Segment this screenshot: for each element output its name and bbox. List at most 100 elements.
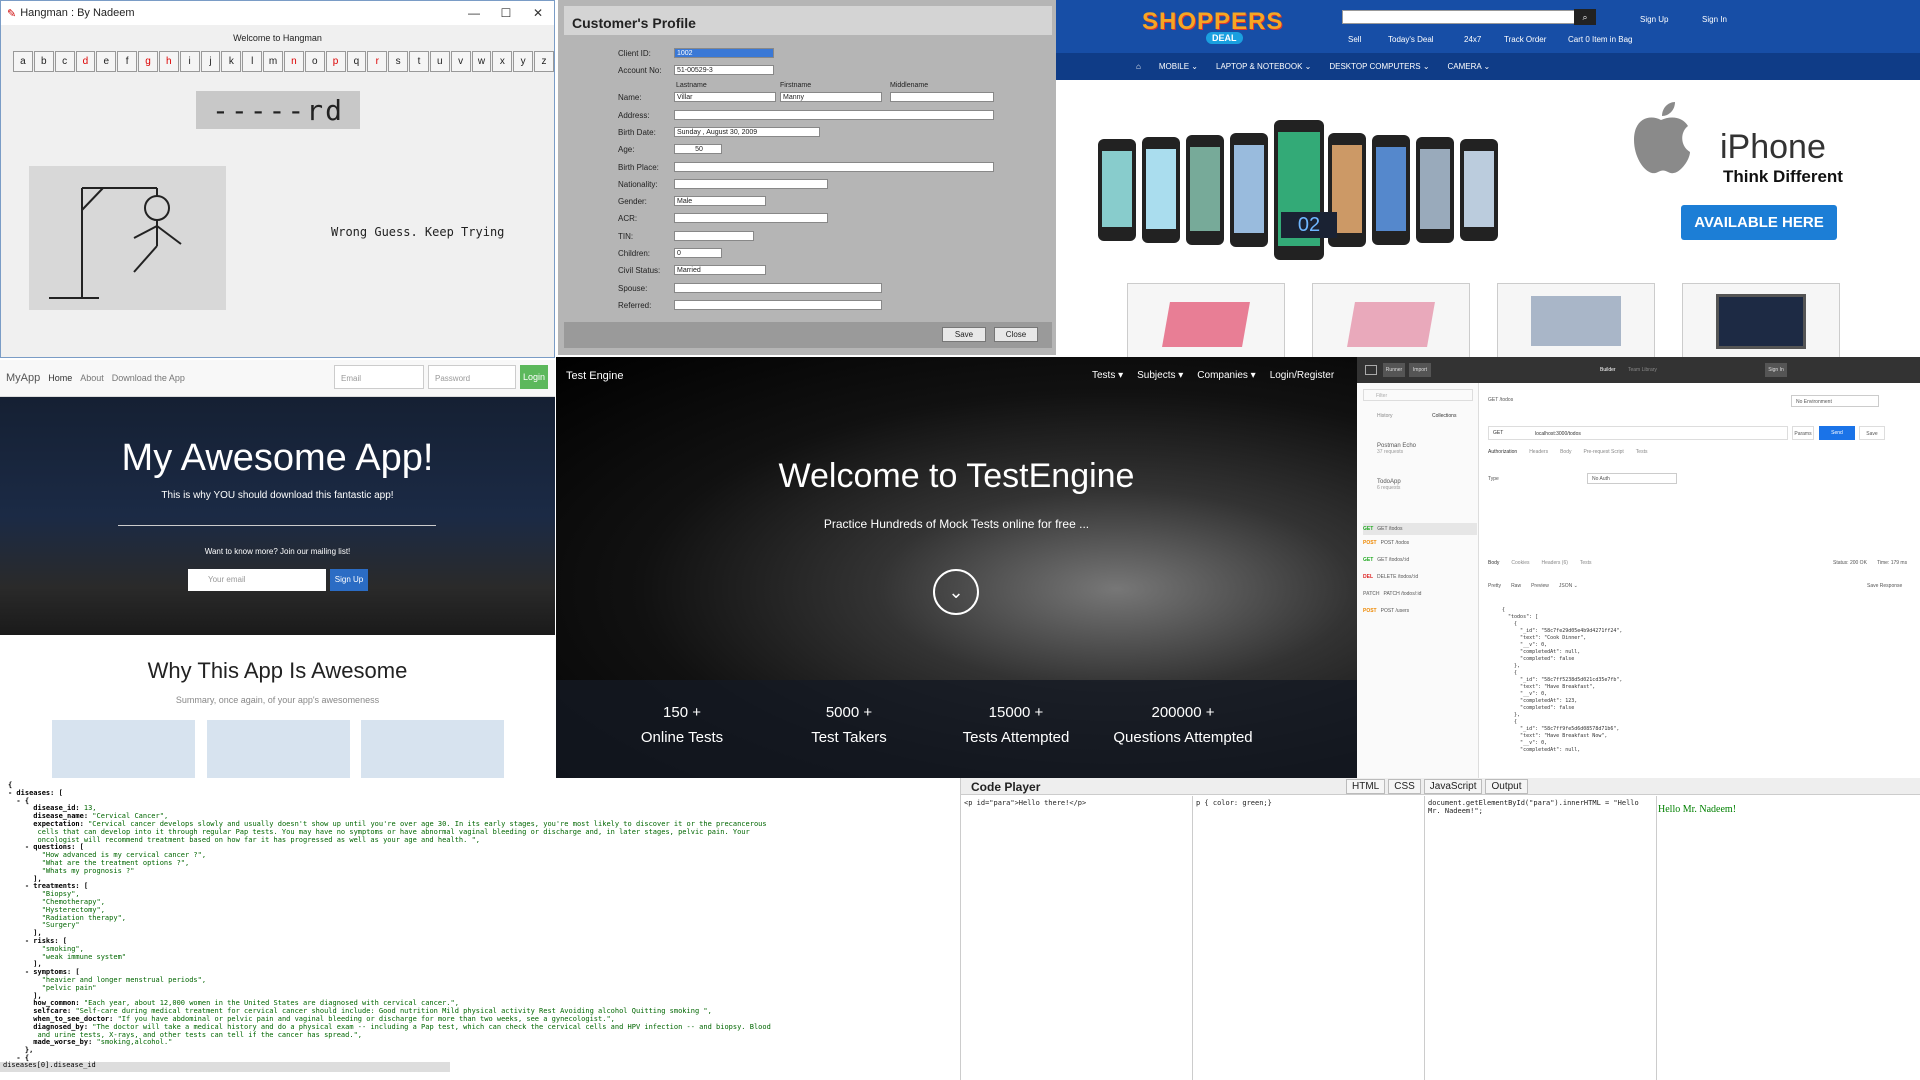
sign-up-button[interactable]: Sign Up bbox=[330, 569, 368, 591]
response-tab[interactable]: Cookies bbox=[1511, 560, 1529, 566]
view-mode-tab[interactable]: Pretty bbox=[1488, 583, 1501, 589]
request-tab[interactable]: Tests bbox=[1636, 449, 1648, 455]
login-button[interactable]: Login bbox=[520, 365, 548, 389]
filter-input[interactable]: Filter bbox=[1363, 389, 1473, 401]
nav-item[interactable]: CAMERA ⌄ bbox=[1448, 62, 1491, 71]
letter-button-q[interactable]: q bbox=[346, 51, 367, 72]
letter-button-z[interactable]: z bbox=[534, 51, 554, 72]
firstname-field[interactable]: Manny bbox=[780, 92, 882, 102]
html-editor[interactable]: <p id="para">Hello there!</p> bbox=[961, 796, 1193, 1080]
sign-up-link[interactable]: Sign Up bbox=[1640, 15, 1668, 24]
search-icon[interactable]: ⌕ bbox=[1574, 9, 1596, 25]
available-here-button[interactable]: AVAILABLE HERE bbox=[1681, 205, 1837, 240]
nav-menu-item[interactable]: Subjects ▾ bbox=[1137, 370, 1183, 381]
nav-home[interactable]: Home bbox=[48, 373, 72, 383]
request-tab[interactable]: Body bbox=[1560, 449, 1571, 455]
nav-download[interactable]: Download the App bbox=[112, 373, 185, 383]
mailing-email-input[interactable]: Your email bbox=[188, 569, 326, 591]
runner-button[interactable]: Runner bbox=[1383, 363, 1405, 377]
brand-link[interactable]: MyApp bbox=[6, 372, 40, 384]
request-item[interactable]: DEL DELETE /todos/:id bbox=[1363, 574, 1418, 580]
nav-menu-item[interactable]: Companies ▾ bbox=[1197, 370, 1255, 381]
home-icon[interactable]: ⌂ bbox=[1136, 62, 1141, 71]
nav-about[interactable]: About bbox=[80, 373, 104, 383]
method-select[interactable]: GET bbox=[1493, 430, 1503, 436]
css-editor[interactable]: p { color: green;} bbox=[1193, 796, 1425, 1080]
letter-button-a[interactable]: a bbox=[13, 51, 33, 72]
account-no-field[interactable]: 51-00529-3 bbox=[674, 65, 774, 75]
tab-css[interactable]: CSS bbox=[1388, 779, 1421, 794]
nationality-field[interactable] bbox=[674, 179, 828, 189]
view-mode-tab[interactable]: Raw bbox=[1511, 583, 1521, 589]
sign-in-link[interactable]: Sign In bbox=[1702, 15, 1727, 24]
letter-button-y[interactable]: y bbox=[513, 51, 534, 72]
request-item[interactable]: GET GET /todos bbox=[1363, 523, 1477, 535]
sidebar-toggle-icon[interactable] bbox=[1365, 365, 1377, 375]
letter-button-v[interactable]: v bbox=[450, 51, 471, 72]
js-editor[interactable]: document.getElementById("para").innerHTM… bbox=[1425, 796, 1657, 1080]
letter-button-n[interactable]: n bbox=[283, 51, 304, 72]
testengine-brand[interactable]: Test Engine bbox=[566, 370, 623, 382]
close-icon[interactable]: ✕ bbox=[522, 6, 554, 20]
builder-tab[interactable]: Builder bbox=[1600, 367, 1616, 373]
nav-item[interactable]: DESKTOP COMPUTERS ⌄ bbox=[1329, 62, 1429, 71]
team-library-tab[interactable]: Team Library bbox=[1628, 367, 1657, 373]
save-response-button[interactable]: Save Response bbox=[1867, 583, 1902, 589]
lastname-field[interactable]: Villar bbox=[674, 92, 776, 102]
letter-button-t[interactable]: t bbox=[409, 51, 429, 72]
letter-button-s[interactable]: s bbox=[388, 51, 409, 72]
letter-button-m[interactable]: m bbox=[263, 51, 283, 72]
import-button[interactable]: Import bbox=[1409, 363, 1431, 377]
tab-output[interactable]: Output bbox=[1485, 779, 1528, 794]
track-order-link[interactable]: Track Order bbox=[1504, 35, 1546, 44]
letter-button-k[interactable]: k bbox=[221, 51, 242, 72]
password-input[interactable]: Password bbox=[428, 365, 516, 389]
children-field[interactable]: 0 bbox=[674, 248, 722, 258]
close-button[interactable]: Close bbox=[994, 327, 1038, 342]
minimize-icon[interactable]: — bbox=[458, 6, 490, 20]
letter-button-r[interactable]: r bbox=[367, 51, 388, 72]
save-request-button[interactable]: Save bbox=[1859, 426, 1885, 440]
letter-button-p[interactable]: p bbox=[325, 51, 346, 72]
address-field[interactable] bbox=[674, 110, 994, 120]
letter-button-i[interactable]: i bbox=[179, 51, 200, 72]
acr-field[interactable] bbox=[674, 213, 828, 223]
request-tab[interactable]: GET /todos bbox=[1488, 397, 1513, 403]
gender-select[interactable]: Male bbox=[674, 196, 766, 206]
letter-button-x[interactable]: x bbox=[492, 51, 513, 72]
nav-menu-item[interactable]: Tests ▾ bbox=[1092, 370, 1123, 381]
auth-type-select[interactable]: No Auth bbox=[1587, 473, 1677, 484]
product-thumb-black-laptop[interactable] bbox=[1682, 283, 1840, 358]
tab-javascript[interactable]: JavaScript bbox=[1423, 779, 1483, 794]
send-button[interactable]: Send bbox=[1819, 426, 1855, 440]
letter-button-b[interactable]: b bbox=[33, 51, 54, 72]
letter-button-d[interactable]: d bbox=[75, 51, 96, 72]
birth-place-field[interactable] bbox=[674, 162, 994, 172]
24x7-link[interactable]: 24x7 bbox=[1464, 35, 1481, 44]
civil-status-select[interactable]: Married bbox=[674, 265, 766, 275]
letter-button-w[interactable]: w bbox=[471, 51, 492, 72]
view-mode-tab[interactable]: Preview bbox=[1531, 583, 1549, 589]
environment-select[interactable]: No Environment bbox=[1791, 395, 1879, 407]
response-tab[interactable]: Headers (6) bbox=[1541, 560, 1567, 566]
collections-tab[interactable]: Collections bbox=[1432, 413, 1456, 419]
history-tab[interactable]: History bbox=[1377, 413, 1393, 419]
referred-field[interactable] bbox=[674, 300, 882, 310]
chevron-down-icon[interactable]: ⌄ bbox=[933, 569, 979, 615]
letter-button-e[interactable]: e bbox=[96, 51, 117, 72]
product-thumb-pink-laptop[interactable] bbox=[1127, 283, 1285, 358]
nav-item[interactable]: MOBILE ⌄ bbox=[1159, 62, 1198, 71]
view-mode-tab[interactable]: JSON ⌄ bbox=[1559, 583, 1578, 589]
tin-field[interactable] bbox=[674, 231, 754, 241]
collection-item[interactable]: TodoApp 6 requests bbox=[1377, 479, 1401, 491]
letter-button-h[interactable]: h bbox=[158, 51, 179, 72]
params-button[interactable]: Params bbox=[1792, 426, 1814, 440]
client-id-field[interactable]: 1002 bbox=[674, 48, 774, 58]
sell-link[interactable]: Sell bbox=[1348, 35, 1361, 44]
request-item[interactable]: POST POST /users bbox=[1363, 608, 1409, 614]
spouse-field[interactable] bbox=[674, 283, 882, 293]
maximize-icon[interactable]: ☐ bbox=[490, 6, 522, 20]
request-item[interactable]: PATCH PATCH /todos/:id bbox=[1363, 591, 1421, 597]
cart-link[interactable]: Cart 0 Item in Bag bbox=[1568, 35, 1632, 44]
search-input[interactable] bbox=[1342, 10, 1578, 24]
